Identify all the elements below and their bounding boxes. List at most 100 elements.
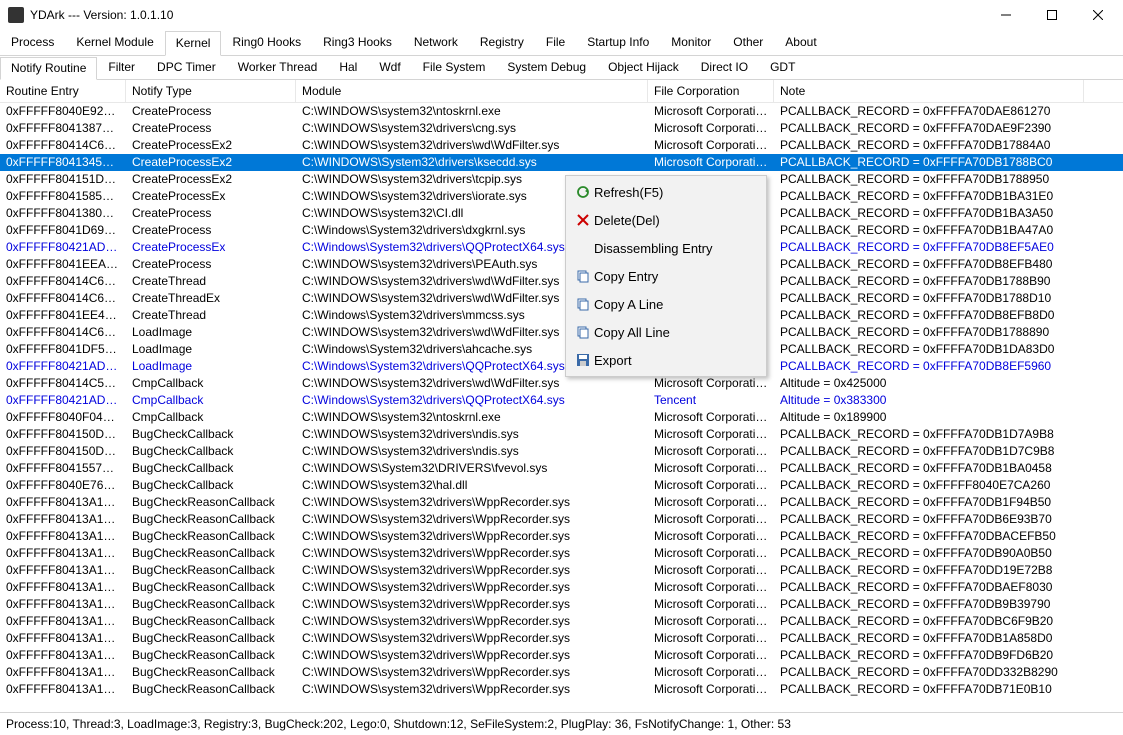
cell-type: CmpCallback xyxy=(126,409,296,426)
sub-tab-direct-io[interactable]: Direct IO xyxy=(690,56,759,79)
table-row[interactable]: 0xFFFFF80414C6D7F0LoadImageC:\WINDOWS\sy… xyxy=(0,324,1123,341)
cell-entry: 0xFFFFF80413A12890 xyxy=(0,494,126,511)
cell-note: PCALLBACK_RECORD = 0xFFFFA70DB8EFB8D0 xyxy=(774,307,1084,324)
table-row[interactable]: 0xFFFFF8041D696AA0CreateProcessC:\Window… xyxy=(0,222,1123,239)
sub-tab-worker-thread[interactable]: Worker Thread xyxy=(227,56,329,79)
table-row[interactable]: 0xFFFFF80413A12890BugCheckReasonCallback… xyxy=(0,681,1123,698)
table-row[interactable]: 0xFFFFF804150DCB50BugCheckCallbackC:\WIN… xyxy=(0,426,1123,443)
sub-tab-hal[interactable]: Hal xyxy=(328,56,368,79)
app-icon xyxy=(8,7,24,23)
main-tab-network[interactable]: Network xyxy=(403,30,469,55)
save-icon xyxy=(572,353,594,367)
main-tab-ring3-hooks[interactable]: Ring3 Hooks xyxy=(312,30,403,55)
col-module[interactable]: Module xyxy=(296,80,648,102)
table-row[interactable]: 0xFFFFF80421AD61ECCmpCallbackC:\Windows\… xyxy=(0,392,1123,409)
table-row[interactable]: 0xFFFFF8040E760BC0BugCheckCallbackC:\WIN… xyxy=(0,477,1123,494)
menu-item-delete-del-[interactable]: Delete(Del) xyxy=(568,206,764,234)
table-row[interactable]: 0xFFFFF80414C6E1A0CreateThreadExC:\WINDO… xyxy=(0,290,1123,307)
table-row[interactable]: 0xFFFFF8041EEA3FC0CreateProcessC:\WINDOW… xyxy=(0,256,1123,273)
close-button[interactable] xyxy=(1075,0,1121,30)
table-row[interactable]: 0xFFFFF80413A12830BugCheckReasonCallback… xyxy=(0,562,1123,579)
minimize-button[interactable] xyxy=(983,0,1029,30)
cell-note: PCALLBACK_RECORD = 0xFFFFA70DB1788B90 xyxy=(774,273,1084,290)
main-tab-registry[interactable]: Registry xyxy=(469,30,535,55)
table-row[interactable]: 0xFFFFF804138054D0CreateProcessC:\WINDOW… xyxy=(0,205,1123,222)
sub-tab-object-hijack[interactable]: Object Hijack xyxy=(597,56,690,79)
cell-module: C:\WINDOWS\system32\drivers\cng.sys xyxy=(296,120,648,137)
delete-icon xyxy=(572,214,594,226)
sub-tab-dpc-timer[interactable]: DPC Timer xyxy=(146,56,227,79)
table-row[interactable]: 0xFFFFF80414C5FF00CmpCallbackC:\WINDOWS\… xyxy=(0,375,1123,392)
cell-entry: 0xFFFFF80413A12890 xyxy=(0,630,126,647)
table-row[interactable]: 0xFFFFF80421AD618CLoadImageC:\Windows\Sy… xyxy=(0,358,1123,375)
main-tab-ring0-hooks[interactable]: Ring0 Hooks xyxy=(221,30,312,55)
table-row[interactable]: 0xFFFFF80413877220CreateProcessC:\WINDOW… xyxy=(0,120,1123,137)
cell-module: C:\WINDOWS\system32\hal.dll xyxy=(296,477,648,494)
col-file-corporation[interactable]: File Corporation xyxy=(648,80,774,102)
menu-item-copy-a-line[interactable]: Copy A Line xyxy=(568,290,764,318)
table-row[interactable]: 0xFFFFF80413A12890BugCheckReasonCallback… xyxy=(0,647,1123,664)
cell-type: LoadImage xyxy=(126,358,296,375)
sub-tab-notify-routine[interactable]: Notify Routine xyxy=(0,57,97,80)
sub-tab-gdt[interactable]: GDT xyxy=(759,56,806,79)
col-routine-entry[interactable]: Routine Entry xyxy=(0,80,126,102)
cell-module: C:\WINDOWS\system32\drivers\WppRecorder.… xyxy=(296,528,648,545)
table-row[interactable]: 0xFFFFF80413A12890BugCheckReasonCallback… xyxy=(0,545,1123,562)
cell-note: PCALLBACK_RECORD = 0xFFFFA70DBC6F9B20 xyxy=(774,613,1084,630)
table-row[interactable]: 0xFFFFF8040E921670CreateProcessC:\WINDOW… xyxy=(0,103,1123,120)
table-row[interactable]: 0xFFFFF804150DCB50BugCheckCallbackC:\WIN… xyxy=(0,443,1123,460)
main-tab-monitor[interactable]: Monitor xyxy=(660,30,722,55)
table-row[interactable]: 0xFFFFF8040F0438E0CmpCallbackC:\WINDOWS\… xyxy=(0,409,1123,426)
col-notify-type[interactable]: Notify Type xyxy=(126,80,296,102)
table-header: Routine Entry Notify Type Module File Co… xyxy=(0,80,1123,103)
table-row[interactable]: 0xFFFFF8041585D930CreateProcessExC:\WIND… xyxy=(0,188,1123,205)
cell-type: CmpCallback xyxy=(126,375,296,392)
cell-type: CreateProcessEx2 xyxy=(126,154,296,171)
table-row[interactable]: 0xFFFFF80413A12890BugCheckReasonCallback… xyxy=(0,511,1123,528)
table-row[interactable]: 0xFFFFF80413A12890BugCheckReasonCallback… xyxy=(0,613,1123,630)
table-row[interactable]: 0xFFFFF80413A12890BugCheckReasonCallback… xyxy=(0,664,1123,681)
main-tab-about[interactable]: About xyxy=(774,30,827,55)
table-row[interactable]: 0xFFFFF80413A12890BugCheckReasonCallback… xyxy=(0,579,1123,596)
menu-item-refresh-f5-[interactable]: Refresh(F5) xyxy=(568,178,764,206)
table-row[interactable]: 0xFFFFF80413A12890BugCheckReasonCallback… xyxy=(0,528,1123,545)
menu-item-export[interactable]: Export xyxy=(568,346,764,374)
table-row[interactable]: 0xFFFFF80414C6CF90CreateProcessEx2C:\WIN… xyxy=(0,137,1123,154)
main-tab-file[interactable]: File xyxy=(535,30,576,55)
main-tab-other[interactable]: Other xyxy=(722,30,774,55)
table-row[interactable]: 0xFFFFF8041EE41060CreateThreadC:\Windows… xyxy=(0,307,1123,324)
sub-tab-file-system[interactable]: File System xyxy=(412,56,497,79)
sub-tab-system-debug[interactable]: System Debug xyxy=(496,56,597,79)
cell-module: C:\WINDOWS\system32\drivers\wd\WdFilter.… xyxy=(296,375,648,392)
main-tab-startup-info[interactable]: Startup Info xyxy=(576,30,660,55)
table-row[interactable]: 0xFFFFF8041DF5B210LoadImageC:\Windows\Sy… xyxy=(0,341,1123,358)
col-note[interactable]: Note xyxy=(774,80,1084,102)
table-row[interactable]: 0xFFFFF8041557B4E0BugCheckCallbackC:\WIN… xyxy=(0,460,1123,477)
table-row[interactable]: 0xFFFFF80413A12890BugCheckReasonCallback… xyxy=(0,494,1123,511)
menu-item-copy-entry[interactable]: Copy Entry xyxy=(568,262,764,290)
cell-note: Altitude = 0x189900 xyxy=(774,409,1084,426)
cell-type: BugCheckCallback xyxy=(126,426,296,443)
table-row[interactable]: 0xFFFFF80413A12890BugCheckReasonCallback… xyxy=(0,630,1123,647)
sub-tab-wdf[interactable]: Wdf xyxy=(368,56,411,79)
table-row[interactable]: 0xFFFFF80414C6E3C0CreateThreadC:\WINDOWS… xyxy=(0,273,1123,290)
cell-module: C:\WINDOWS\system32\ntoskrnl.exe xyxy=(296,103,648,120)
menu-item-copy-all-line[interactable]: Copy All Line xyxy=(568,318,764,346)
main-tab-kernel-module[interactable]: Kernel Module xyxy=(65,30,164,55)
cell-corp: Microsoft Corporation xyxy=(648,681,774,698)
cell-corp: Microsoft Corporation xyxy=(648,494,774,511)
menu-item-disassembling-entry[interactable]: Disassembling Entry xyxy=(568,234,764,262)
cell-type: CreateProcessEx2 xyxy=(126,171,296,188)
cell-entry: 0xFFFFF8040E760BC0 xyxy=(0,477,126,494)
table-row[interactable]: 0xFFFFF8041345B420CreateProcessEx2C:\WIN… xyxy=(0,154,1123,171)
sub-tab-filter[interactable]: Filter xyxy=(97,56,146,79)
table-row[interactable]: 0xFFFFF80413A12890BugCheckReasonCallback… xyxy=(0,596,1123,613)
main-tab-process[interactable]: Process xyxy=(0,30,65,55)
main-tab-kernel[interactable]: Kernel xyxy=(165,31,222,56)
maximize-button[interactable] xyxy=(1029,0,1075,30)
table-row[interactable]: 0xFFFFF80421AD601CCreateProcessExC:\Wind… xyxy=(0,239,1123,256)
cell-entry: 0xFFFFF80414C6E1A0 xyxy=(0,290,126,307)
cell-module: C:\WINDOWS\system32\drivers\WppRecorder.… xyxy=(296,562,648,579)
table-row[interactable]: 0xFFFFF804151DD9F0CreateProcessEx2C:\WIN… xyxy=(0,171,1123,188)
cell-entry: 0xFFFFF80413A12890 xyxy=(0,545,126,562)
